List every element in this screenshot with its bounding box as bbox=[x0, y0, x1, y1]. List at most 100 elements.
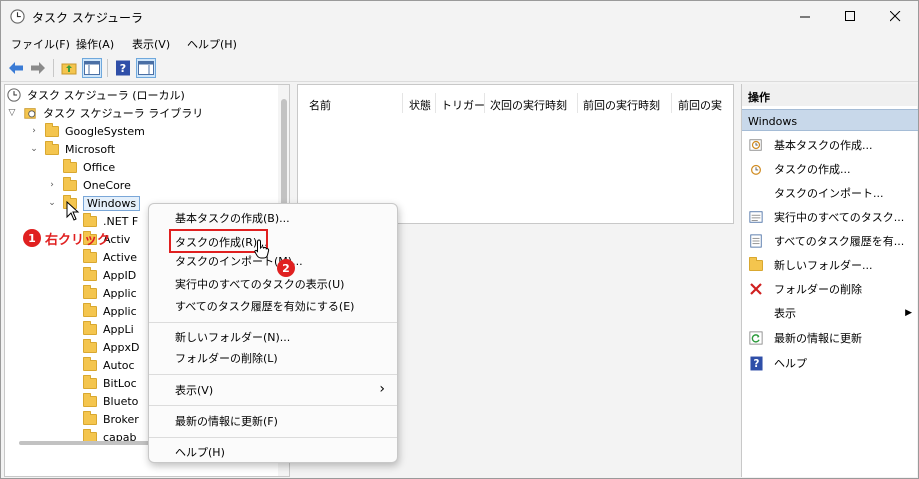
svg-text:?: ? bbox=[753, 359, 759, 370]
tree-item-root[interactable]: タスク スケジューラ (ローカル) bbox=[7, 86, 185, 104]
up-folder-button[interactable] bbox=[59, 58, 79, 78]
tree-item-child[interactable]: AppID bbox=[83, 266, 136, 284]
toolbar-separator bbox=[107, 59, 108, 77]
action-refresh[interactable]: 最新の情報に更新 bbox=[742, 327, 918, 349]
column-status[interactable]: 状態 bbox=[409, 97, 431, 113]
action-label: ヘルプ bbox=[774, 357, 807, 370]
task-create-icon bbox=[748, 161, 764, 177]
action-label: 最新の情報に更新 bbox=[774, 332, 862, 345]
tree-item-office[interactable]: Office bbox=[63, 158, 115, 176]
ctx-delete-folder[interactable]: フォルダーの削除(L) bbox=[175, 349, 278, 367]
column-trigger[interactable]: トリガー bbox=[441, 97, 485, 113]
tree-item-microsoft[interactable]: ⌄ Microsoft bbox=[29, 140, 115, 158]
menu-separator bbox=[149, 405, 397, 406]
action-label: 実行中のすべてのタスク... bbox=[774, 211, 905, 224]
menu-help[interactable]: ヘルプ(H) bbox=[187, 36, 237, 52]
column-name[interactable]: 名前 bbox=[309, 97, 331, 113]
folder-icon bbox=[83, 410, 97, 425]
history-icon bbox=[748, 233, 764, 249]
menu-separator bbox=[149, 374, 397, 375]
ctx-create-basic-task[interactable]: 基本タスクの作成(B)... bbox=[175, 209, 290, 227]
column-divider[interactable] bbox=[671, 93, 672, 113]
column-next-run[interactable]: 次回の実行時刻 bbox=[490, 97, 567, 113]
action-label: フォルダーの削除 bbox=[774, 283, 862, 296]
action-label: 表示 bbox=[774, 307, 796, 320]
tree-item-child[interactable]: BitLoc bbox=[83, 374, 137, 392]
show-hide-tree-button[interactable] bbox=[82, 58, 102, 78]
column-last-run[interactable]: 前回の実行時刻 bbox=[583, 97, 660, 113]
chevron-down-icon[interactable]: ⌄ bbox=[47, 198, 57, 208]
folder-icon bbox=[83, 212, 97, 227]
help-button[interactable]: ? bbox=[113, 58, 133, 78]
window-title: タスク スケジューラ bbox=[32, 11, 143, 25]
tree-item-library[interactable]: ▽ タスク スケジューラ ライブラリ bbox=[7, 104, 204, 122]
tree-item-child[interactable]: .NET F bbox=[83, 212, 138, 230]
svg-text:?: ? bbox=[120, 62, 126, 75]
column-divider[interactable] bbox=[435, 93, 436, 113]
menu-action[interactable]: 操作(A) bbox=[76, 36, 114, 52]
chevron-down-icon[interactable]: ⌄ bbox=[29, 144, 39, 154]
tree-label: AppxD bbox=[103, 340, 140, 354]
menu-file[interactable]: ファイル(F) bbox=[11, 36, 70, 52]
chevron-right-icon[interactable]: › bbox=[29, 126, 39, 136]
minimize-button[interactable] bbox=[782, 1, 828, 32]
maximize-button[interactable] bbox=[827, 1, 873, 32]
chevron-down-icon[interactable]: ▽ bbox=[7, 108, 17, 118]
ctx-show-running-tasks[interactable]: 実行中のすべてのタスクの表示(U) bbox=[175, 275, 344, 293]
action-create-basic-task[interactable]: 基本タスクの作成... bbox=[742, 134, 918, 156]
ctx-view[interactable]: 表示(V) bbox=[175, 381, 213, 399]
maximize-icon bbox=[844, 11, 855, 21]
tree-item-child[interactable]: Autoc bbox=[83, 356, 135, 374]
close-button[interactable] bbox=[872, 1, 918, 32]
actions-section-windows[interactable]: Windows bbox=[742, 109, 918, 131]
ctx-help[interactable]: ヘルプ(H) bbox=[175, 443, 225, 461]
chevron-right-icon[interactable]: › bbox=[47, 180, 57, 190]
tree-item-child[interactable]: Blueto bbox=[83, 392, 138, 410]
tree-item-child[interactable]: Applic bbox=[83, 302, 137, 320]
action-enable-history[interactable]: すべてのタスク履歴を有... bbox=[742, 230, 918, 252]
menu-view[interactable]: 表示(V) bbox=[132, 36, 170, 52]
tree-item-child[interactable]: Broker bbox=[83, 410, 139, 428]
action-import-task[interactable]: タスクのインポート... bbox=[742, 182, 918, 204]
back-button[interactable] bbox=[6, 58, 26, 78]
tree-item-onecore[interactable]: › OneCore bbox=[47, 176, 131, 194]
action-new-folder[interactable]: 新しいフォルダー... bbox=[742, 254, 918, 276]
ctx-enable-all-history[interactable]: すべてのタスク履歴を有効にする(E) bbox=[175, 297, 354, 315]
ctx-refresh[interactable]: 最新の情報に更新(F) bbox=[175, 412, 278, 430]
action-delete-folder[interactable]: フォルダーの削除 bbox=[742, 278, 918, 300]
actions-header: 操作 bbox=[742, 84, 918, 106]
tree-item-child[interactable]: AppxD bbox=[83, 338, 139, 356]
tree-item-googlesystem[interactable]: › GoogleSystem bbox=[29, 122, 145, 140]
show-action-pane-button[interactable] bbox=[136, 58, 156, 78]
tree-item-child[interactable]: Active bbox=[83, 248, 137, 266]
folder-icon bbox=[83, 284, 97, 299]
show-action-pane-icon bbox=[138, 61, 154, 75]
hand-pointer-icon bbox=[254, 239, 270, 259]
action-label: 新しいフォルダー... bbox=[774, 259, 873, 272]
clock-icon bbox=[7, 88, 21, 102]
tree-label: タスク スケジューラ (ローカル) bbox=[27, 89, 185, 102]
folder-icon bbox=[83, 248, 97, 263]
column-divider[interactable] bbox=[484, 93, 485, 113]
action-create-task[interactable]: タスクの作成... bbox=[742, 158, 918, 180]
refresh-icon bbox=[748, 330, 764, 346]
blank-icon bbox=[748, 305, 764, 321]
tree-label: Autoc bbox=[103, 358, 135, 372]
folder-icon bbox=[83, 374, 97, 389]
menu-bar: ファイル(F) 操作(A) 表示(V) ヘルプ(H) bbox=[1, 32, 918, 54]
tree-item-child[interactable]: Applic bbox=[83, 284, 137, 302]
action-help[interactable]: ? ヘルプ bbox=[742, 352, 918, 374]
ctx-new-folder[interactable]: 新しいフォルダー(N)... bbox=[175, 328, 290, 346]
tree-label: Office bbox=[83, 160, 116, 174]
column-divider[interactable] bbox=[577, 93, 578, 113]
tree-item-windows[interactable]: ⌄ Windows bbox=[47, 194, 141, 212]
action-show-running-tasks[interactable]: 実行中のすべてのタスク... bbox=[742, 206, 918, 228]
menu-separator bbox=[149, 437, 397, 438]
tree-item-child[interactable]: AppLi bbox=[83, 320, 134, 338]
help-icon: ? bbox=[116, 60, 130, 76]
column-last-result[interactable]: 前回の実 bbox=[678, 97, 722, 113]
action-view[interactable]: 表示 ▶ bbox=[742, 302, 918, 324]
forward-button[interactable] bbox=[28, 58, 48, 78]
menu-separator bbox=[149, 322, 397, 323]
column-divider[interactable] bbox=[402, 93, 403, 113]
